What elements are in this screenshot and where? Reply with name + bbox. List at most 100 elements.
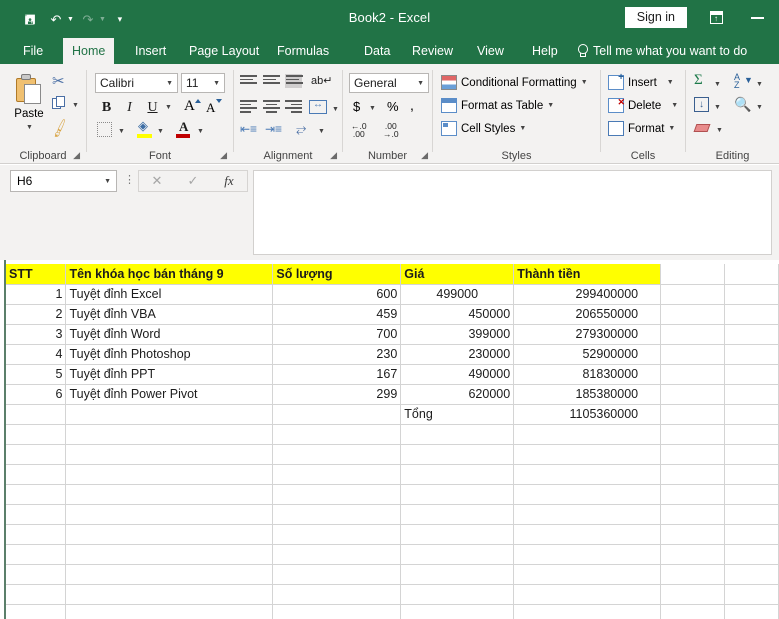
cell-empty[interactable]: [724, 284, 779, 305]
align-center-icon[interactable]: [263, 100, 280, 114]
insert-cells-dropdown-icon[interactable]: ▼: [667, 79, 674, 86]
cell-empty[interactable]: [660, 604, 726, 619]
tab-file[interactable]: File: [14, 38, 52, 64]
merge-dropdown-icon[interactable]: ▼: [332, 106, 339, 113]
cell-empty[interactable]: [400, 584, 515, 605]
column-header-amount[interactable]: Thành tiền: [513, 264, 662, 285]
cell-stt[interactable]: 6: [6, 384, 67, 405]
cell-quantity[interactable]: 600: [272, 284, 402, 305]
cell-empty[interactable]: [660, 364, 726, 385]
cell-empty[interactable]: [724, 584, 779, 605]
accounting-format-icon[interactable]: $: [353, 99, 360, 114]
enter-icon[interactable]: ✓: [175, 173, 211, 189]
cell-name[interactable]: Tuyệt đỉnh Excel: [65, 284, 274, 305]
cell-stt[interactable]: 5: [6, 364, 67, 385]
cell-empty[interactable]: [400, 464, 515, 485]
cell-name[interactable]: Tuyệt đỉnh PPT: [65, 364, 274, 385]
worksheet-grid[interactable]: STT Tên khóa học bán tháng 9 Số lượng Gi…: [0, 260, 779, 619]
cell-empty[interactable]: [660, 404, 726, 425]
clipboard-dialog-launcher-icon[interactable]: ◢: [73, 150, 80, 161]
cell-empty[interactable]: [660, 524, 726, 545]
cell-empty[interactable]: [660, 284, 726, 305]
format-cells-button[interactable]: Format ▼: [608, 121, 675, 136]
fill-icon[interactable]: ↓: [694, 97, 709, 112]
cell-empty[interactable]: [400, 424, 515, 445]
font-color-button[interactable]: A: [179, 119, 188, 135]
cell-empty[interactable]: [272, 424, 402, 445]
cell-empty[interactable]: [400, 544, 515, 565]
italic-button[interactable]: I: [119, 97, 140, 118]
cell-quantity[interactable]: 459: [272, 304, 402, 325]
cell-empty[interactable]: [724, 344, 779, 365]
underline-button[interactable]: U: [142, 97, 163, 118]
cell-empty[interactable]: [272, 564, 402, 585]
cell-empty[interactable]: [724, 304, 779, 325]
format-as-table-button[interactable]: Format as Table ▼: [441, 98, 554, 113]
name-box-dropdown-icon[interactable]: ▼: [104, 178, 116, 185]
middle-align-icon[interactable]: [263, 75, 280, 89]
cell-empty[interactable]: [724, 524, 779, 545]
cell-empty[interactable]: [6, 544, 67, 565]
cell-empty[interactable]: [724, 604, 779, 619]
cell-empty[interactable]: [272, 544, 402, 565]
font-name-dropdown-icon[interactable]: ▼: [166, 80, 177, 87]
font-name-combo[interactable]: Calibri ▼: [95, 73, 178, 93]
format-as-table-dropdown-icon[interactable]: ▼: [547, 102, 554, 109]
cell-empty[interactable]: [513, 564, 662, 585]
cell-empty[interactable]: [6, 424, 67, 445]
cell-total[interactable]: 299400000: [513, 284, 662, 305]
wrap-text-icon[interactable]: ab↵: [311, 74, 332, 87]
find-select-dropdown-icon[interactable]: ▼: [756, 104, 763, 111]
format-painter-icon[interactable]: 🖌: [49, 117, 72, 139]
accounting-dropdown-icon[interactable]: ▼: [369, 105, 376, 112]
column-header-quantity[interactable]: Số lượng: [272, 264, 402, 285]
ribbon-display-options-icon[interactable]: [706, 9, 726, 24]
find-and-select-icon[interactable]: 🔍: [734, 96, 751, 113]
cell-empty[interactable]: [400, 484, 515, 505]
cell-price[interactable]: 399000: [400, 324, 515, 345]
clear-dropdown-icon[interactable]: ▼: [716, 127, 723, 134]
cell-empty[interactable]: [400, 564, 515, 585]
fill-color-dropdown-icon[interactable]: ▼: [157, 128, 164, 135]
number-format-dropdown-icon[interactable]: ▼: [417, 80, 428, 87]
copy-icon[interactable]: [52, 96, 67, 111]
column-header-price[interactable]: Giá: [400, 264, 515, 285]
comma-format-icon[interactable]: ,: [410, 97, 414, 113]
formula-input[interactable]: [253, 170, 772, 255]
cell-price[interactable]: 620000: [400, 384, 515, 405]
cell-empty[interactable]: [65, 544, 274, 565]
cell-empty[interactable]: [400, 604, 515, 619]
cell-empty[interactable]: [272, 484, 402, 505]
cell-empty[interactable]: [65, 404, 274, 425]
cell-empty[interactable]: [65, 424, 274, 445]
cell-empty[interactable]: [513, 424, 662, 445]
cell-empty[interactable]: [6, 504, 67, 525]
tell-me-search[interactable]: Tell me what you want to do: [576, 38, 747, 64]
cell-empty[interactable]: [660, 484, 726, 505]
cell-name[interactable]: Tuyệt đỉnh Word: [65, 324, 274, 345]
cell-styles-button[interactable]: Cell Styles ▼: [441, 121, 526, 136]
orientation-dropdown-icon[interactable]: ▼: [318, 128, 325, 135]
cell-empty[interactable]: [724, 504, 779, 525]
borders-icon[interactable]: [97, 122, 112, 137]
tab-formulas[interactable]: Formulas: [268, 38, 338, 64]
cell-empty[interactable]: [660, 564, 726, 585]
borders-dropdown-icon[interactable]: ▼: [118, 128, 125, 135]
cell-price[interactable]: 499000: [400, 284, 515, 305]
cell-empty[interactable]: [65, 564, 274, 585]
name-box[interactable]: H6 ▼: [10, 170, 117, 192]
copy-dropdown-icon[interactable]: ▼: [72, 102, 79, 109]
cell-name[interactable]: Tuyệt đỉnh Power Pivot: [65, 384, 274, 405]
cell-empty[interactable]: [724, 404, 779, 425]
cell-empty[interactable]: [6, 584, 67, 605]
increase-decimal-icon[interactable]: .00 →.0: [383, 122, 399, 139]
cell-empty[interactable]: [272, 444, 402, 465]
cell-empty[interactable]: [724, 424, 779, 445]
cell-price[interactable]: 230000: [400, 344, 515, 365]
cell-empty[interactable]: [660, 504, 726, 525]
insert-function-icon[interactable]: fx: [211, 173, 247, 189]
sort-and-filter-icon[interactable]: AZ: [734, 73, 740, 90]
font-color-dropdown-icon[interactable]: ▼: [197, 128, 204, 135]
cell-stt[interactable]: 3: [6, 324, 67, 345]
font-size-combo[interactable]: 11 ▼: [181, 73, 225, 93]
